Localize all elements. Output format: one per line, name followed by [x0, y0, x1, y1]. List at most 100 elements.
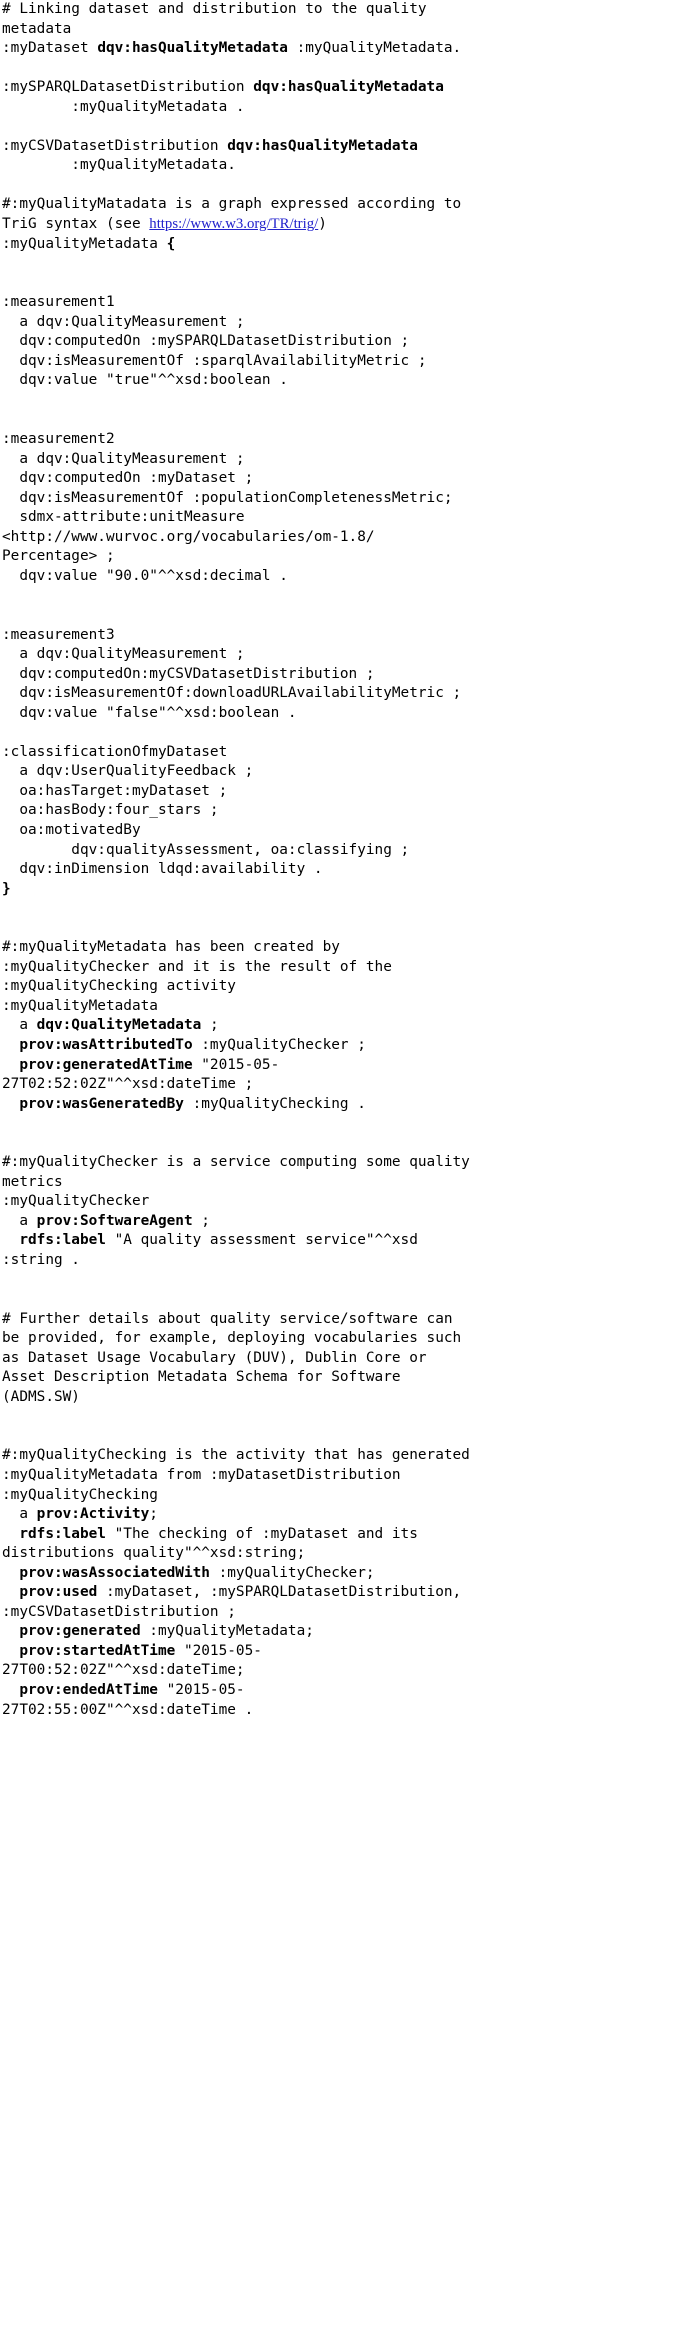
code-text: (ADMS.SW): [2, 1388, 80, 1405]
code-line: dqv:computedOn :myDataset ;: [2, 469, 671, 489]
code-line: distributions quality"^^xsd:string;: [2, 1544, 671, 1564]
code-line: prov:generated :myQualityMetadata;: [2, 1622, 671, 1642]
code-text: ;: [192, 1212, 210, 1229]
code-line: dqv:value "90.0"^^xsd:decimal .: [2, 567, 671, 587]
code-line: 27T02:52:02Z"^^xsd:dateTime ;: [2, 1075, 671, 1095]
code-line: oa:hasBody:four_stars ;: [2, 801, 671, 821]
code-line: prov:wasAttributedTo :myQualityChecker ;: [2, 1036, 671, 1056]
external-link[interactable]: https://www.w3.org/TR/trig/: [149, 216, 318, 232]
code-line: :myCSVDatasetDistribution dqv:hasQuality…: [2, 137, 671, 157]
code-text: ): [318, 216, 327, 233]
code-keyword: dqv:hasQualityMetadata: [227, 137, 418, 154]
code-text: dqv:isMeasurementOf :populationCompleten…: [2, 489, 453, 506]
code-line: a dqv:QualityMetadata ;: [2, 1016, 671, 1036]
code-text: TriG syntax (see: [2, 216, 150, 233]
code-line: # Linking dataset and distribution to th…: [2, 0, 671, 20]
code-text: dqv:value "false"^^xsd:boolean .: [2, 704, 297, 721]
code-text: dqv:value "true"^^xsd:boolean .: [2, 372, 288, 389]
code-text: a dqv:QualityMeasurement ;: [2, 313, 245, 330]
code-line: dqv:computedOn :mySPARQLDatasetDistribut…: [2, 332, 671, 352]
code-line: oa:hasTarget:myDataset ;: [2, 782, 671, 802]
code-text: :myQualityMetadata: [2, 235, 167, 252]
code-line: :myQualityChecker: [2, 1192, 671, 1212]
code-text: #:myQualityChecking is the activity that…: [2, 1447, 470, 1464]
code-text: :myQualityChecking activity: [2, 978, 236, 995]
code-line: prov:generatedAtTime "2015-05-: [2, 1056, 671, 1076]
code-line: :myQualityMetadata: [2, 997, 671, 1017]
code-text: # Linking dataset and distribution to th…: [2, 1, 427, 17]
code-text: ;: [201, 1017, 219, 1034]
code-keyword: prov:wasAssociatedWith: [19, 1564, 210, 1581]
code-line: :myQualityMetadata .: [2, 98, 671, 118]
code-line: dqv:computedOn:myCSVDatasetDistribution …: [2, 665, 671, 685]
code-text: :myQualityMetadata;: [140, 1623, 314, 1640]
code-text: metadata: [2, 20, 72, 37]
code-line: :myQualityChecking activity: [2, 977, 671, 997]
code-text: :myQualityMetadata.: [2, 157, 236, 174]
code-line: rdfs:label "The checking of :myDataset a…: [2, 1525, 671, 1545]
code-line: :mySPARQLDatasetDistribution dqv:hasQual…: [2, 78, 671, 98]
code-keyword: dqv:QualityMetadata: [36, 1017, 202, 1034]
code-text: 27T02:52:02Z"^^xsd:dateTime ;: [2, 1076, 254, 1093]
code-line: dqv:isMeasurementOf :sparqlAvailabilityM…: [2, 352, 671, 372]
code-text: a dqv:UserQualityFeedback ;: [2, 763, 254, 780]
code-text: :myQualityMetadata .: [2, 98, 245, 115]
code-line: 27T02:55:00Z"^^xsd:dateTime .: [2, 1701, 671, 1721]
code-text: :measurement3: [2, 626, 115, 643]
code-line: dqv:isMeasurementOf:downloadURLAvailabil…: [2, 684, 671, 704]
code-line: 27T00:52:02Z"^^xsd:dateTime;: [2, 1661, 671, 1681]
code-text: Percentage> ;: [2, 548, 115, 565]
code-line: :string .: [2, 1251, 671, 1271]
code-text: :myQualityChecker: [2, 1193, 150, 1210]
code-line: dqv:value "true"^^xsd:boolean .: [2, 371, 671, 391]
code-text: <http://www.wurvoc.org/vocabularies/om-1…: [2, 528, 375, 545]
code-text: metrics: [2, 1173, 63, 1190]
code-keyword: rdfs:label: [19, 1525, 106, 1542]
code-text: ;: [149, 1506, 158, 1523]
code-line: a dqv:UserQualityFeedback ;: [2, 762, 671, 782]
code-line: dqv:qualityAssessment, oa:classifying ;: [2, 841, 671, 861]
code-keyword: prov:startedAtTime: [19, 1642, 176, 1659]
code-text: 27T02:55:00Z"^^xsd:dateTime .: [2, 1701, 254, 1718]
code-line: }: [2, 880, 671, 900]
code-line: a dqv:QualityMeasurement ;: [2, 645, 671, 665]
code-text: # Further details about quality service/…: [2, 1310, 453, 1327]
code-text: Asset Description Metadata Schema for So…: [2, 1369, 401, 1386]
code-text: "2015-05-: [192, 1056, 280, 1073]
code-line: #:myQualityChecking is the activity that…: [2, 1446, 671, 1466]
code-line: <http://www.wurvoc.org/vocabularies/om-1…: [2, 528, 671, 548]
code-text: :myQualityChecking: [2, 1486, 158, 1503]
code-text: distributions quality"^^xsd:string;: [2, 1545, 306, 1562]
code-text: oa:hasBody:four_stars ;: [2, 802, 219, 819]
code-line: :myQualityMetadata {: [2, 235, 671, 255]
code-line: a dqv:QualityMeasurement ;: [2, 450, 671, 470]
code-line: a prov:SoftwareAgent ;: [2, 1212, 671, 1232]
code-text: "2015-05-: [157, 1682, 245, 1699]
code-text: :myCSVDatasetDistribution: [2, 137, 228, 154]
code-text: :myQualityMetadata: [2, 997, 158, 1014]
code-text: dqv:computedOn :mySPARQLDatasetDistribut…: [2, 333, 410, 350]
code-text: oa:hasTarget:myDataset ;: [2, 782, 228, 799]
code-text: :string .: [2, 1252, 80, 1268]
code-line: :myQualityChecker and it is the result o…: [2, 958, 671, 978]
code-text: dqv:value "90.0"^^xsd:decimal .: [2, 567, 288, 584]
code-text: :myQualityChecker and it is the result o…: [2, 958, 392, 975]
code-text: 27T00:52:02Z"^^xsd:dateTime;: [2, 1662, 245, 1679]
code-text: :mySPARQLDatasetDistribution: [2, 79, 254, 96]
